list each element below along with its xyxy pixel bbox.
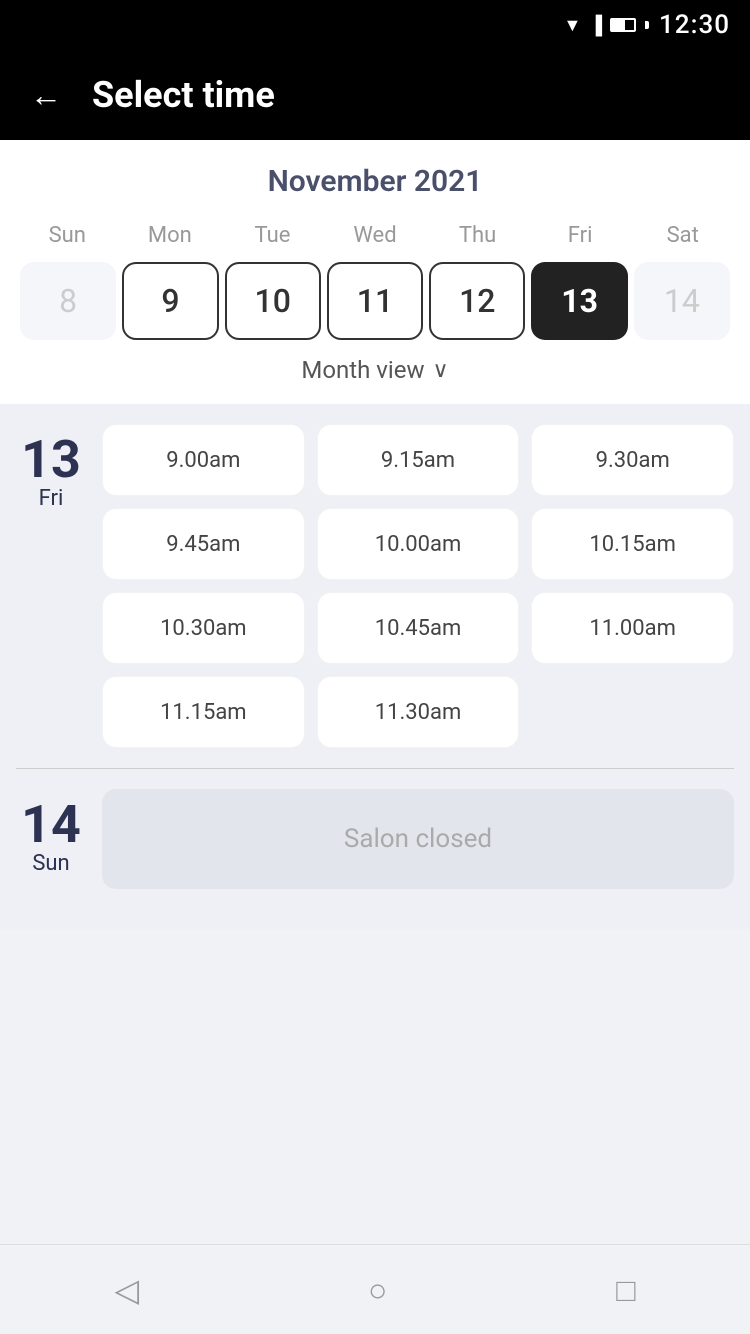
weekday-thu: Thu [426, 219, 529, 252]
time-slot-1115[interactable]: 11.15am [102, 676, 305, 748]
day-section-14: 14 Sun Salon closed [16, 789, 734, 889]
header: ← Select time [0, 50, 750, 140]
month-view-label: Month view [301, 356, 424, 384]
dates-row: 8 9 10 11 12 13 14 [16, 262, 734, 340]
back-button[interactable]: ← [30, 76, 62, 114]
day-number-14: 14 [21, 799, 81, 851]
status-time: 12:30 [659, 10, 730, 40]
day-section-13: 13 Fri 9.00am 9.15am 9.30am 9.45am 10.00… [16, 424, 734, 748]
time-slot-1100[interactable]: 11.00am [531, 592, 734, 664]
time-slot-915[interactable]: 9.15am [317, 424, 520, 496]
date-11[interactable]: 11 [327, 262, 423, 340]
time-slot-1030[interactable]: 10.30am [102, 592, 305, 664]
date-13[interactable]: 13 [531, 262, 627, 340]
date-9[interactable]: 9 [122, 262, 218, 340]
signal-icon: ▐ [589, 15, 602, 36]
time-slot-1045[interactable]: 10.45am [317, 592, 520, 664]
time-slot-945[interactable]: 9.45am [102, 508, 305, 580]
day-label-14: 14 Sun [16, 789, 86, 889]
timeslots-section: 13 Fri 9.00am 9.15am 9.30am 9.45am 10.00… [0, 404, 750, 929]
salon-closed-box: Salon closed [102, 789, 734, 889]
time-slot-900[interactable]: 9.00am [102, 424, 305, 496]
month-year-label: November 2021 [16, 164, 734, 199]
wifi-icon: ▼ [563, 15, 581, 36]
date-14[interactable]: 14 [634, 262, 730, 340]
nav-bar: ◁ ○ □ [0, 1244, 750, 1334]
nav-recent-button[interactable]: □ [616, 1271, 635, 1309]
day-name-14: Sun [32, 851, 69, 876]
weekday-sun: Sun [16, 219, 119, 252]
date-10[interactable]: 10 [225, 262, 321, 340]
time-slot-1130[interactable]: 11.30am [317, 676, 520, 748]
page-title: Select time [92, 74, 275, 116]
battery-tip [645, 21, 649, 29]
status-icons: ▼ ▐ [563, 15, 649, 36]
battery-icon [610, 18, 636, 32]
weekday-fri: Fri [529, 219, 632, 252]
day-number-13: 13 [21, 434, 81, 486]
chevron-down-icon: ∨ [433, 358, 449, 383]
date-8[interactable]: 8 [20, 262, 116, 340]
day-name-13: Fri [39, 486, 64, 511]
salon-closed-label: Salon closed [344, 824, 492, 854]
month-view-toggle[interactable]: Month view ∨ [16, 340, 734, 392]
day-label-13: 13 Fri [16, 424, 86, 748]
nav-back-button[interactable]: ◁ [114, 1271, 139, 1309]
nav-home-button[interactable]: ○ [368, 1271, 387, 1309]
weekday-mon: Mon [119, 219, 222, 252]
section-divider [16, 768, 734, 769]
weekday-tue: Tue [221, 219, 324, 252]
weekday-sat: Sat [631, 219, 734, 252]
time-grid-13: 9.00am 9.15am 9.30am 9.45am 10.00am 10.1… [102, 424, 734, 748]
status-bar: ▼ ▐ 12:30 [0, 0, 750, 50]
time-slot-1015[interactable]: 10.15am [531, 508, 734, 580]
date-12[interactable]: 12 [429, 262, 525, 340]
time-slot-1000[interactable]: 10.00am [317, 508, 520, 580]
weekdays-row: Sun Mon Tue Wed Thu Fri Sat [16, 219, 734, 252]
weekday-wed: Wed [324, 219, 427, 252]
calendar-section: November 2021 Sun Mon Tue Wed Thu Fri Sa… [0, 140, 750, 404]
time-slot-930[interactable]: 9.30am [531, 424, 734, 496]
